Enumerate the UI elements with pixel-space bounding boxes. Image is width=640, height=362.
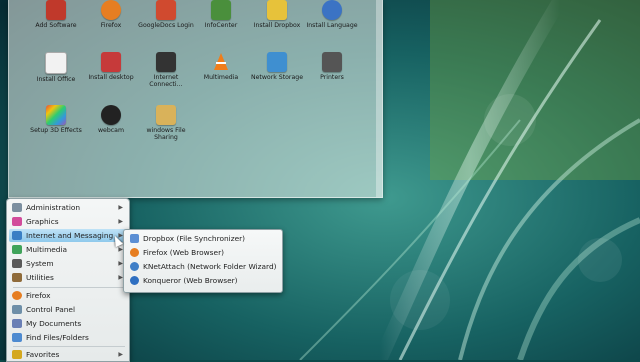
- webcam-icon: [101, 105, 121, 125]
- firefox-icon: [101, 0, 121, 20]
- menu-item-system[interactable]: System ▶: [9, 257, 127, 270]
- network-storage-icon: [267, 52, 287, 72]
- printer-icon: [322, 52, 342, 72]
- internet-icon: [12, 231, 22, 240]
- internet-messaging-submenu: Dropbox (File Synchronizer) Firefox (Web…: [123, 229, 283, 293]
- desktop-icon-windows-file-sharing[interactable]: windows File Sharing: [137, 105, 195, 159]
- desktop-icon-firefox[interactable]: Firefox: [82, 0, 140, 54]
- firefox-icon: [12, 291, 22, 300]
- documents-icon: [12, 319, 22, 328]
- menu-item-control-panel[interactable]: Control Panel: [9, 303, 127, 316]
- desktop-icon-install-desktop[interactable]: Install desktop: [82, 52, 140, 106]
- menu-item-my-documents[interactable]: My Documents: [9, 317, 127, 330]
- submenu-item-konqueror[interactable]: Konqueror (Web Browser): [127, 274, 279, 287]
- desktop-icon-install-office[interactable]: Install Office: [27, 52, 85, 106]
- menu-item-favorites[interactable]: Favorites ▶: [9, 348, 127, 361]
- desktop-icon-internet-connection[interactable]: Internet Connecti…: [137, 52, 195, 106]
- menu-item-firefox[interactable]: Firefox: [9, 289, 127, 302]
- konqueror-icon: [130, 276, 139, 285]
- knetattach-icon: [130, 262, 139, 271]
- menu-item-multimedia[interactable]: Multimedia ▶: [9, 243, 127, 256]
- control-panel-icon: [12, 305, 22, 314]
- folder-icon: [156, 105, 176, 125]
- desktop-icon-multimedia[interactable]: Multimedia: [192, 52, 250, 106]
- favorites-icon: [12, 350, 22, 359]
- utilities-icon: [12, 273, 22, 282]
- menu-item-administration[interactable]: Administration ▶: [9, 201, 127, 214]
- vlc-icon: [211, 52, 231, 72]
- google-docs-icon: [156, 0, 176, 20]
- system-icon: [12, 259, 22, 268]
- multimedia-icon: [12, 245, 22, 254]
- desktop-icon-printers[interactable]: Printers: [303, 52, 361, 106]
- internet-connection-icon: [156, 52, 176, 72]
- firefox-icon: [130, 248, 139, 257]
- package-icon: [46, 0, 66, 20]
- office-doc-icon: [45, 52, 67, 74]
- desktop-install-icon: [101, 52, 121, 72]
- submenu-item-firefox[interactable]: Firefox (Web Browser): [127, 246, 279, 259]
- language-icon: [322, 0, 342, 20]
- desktop-icon-install-dropbox[interactable]: Install Dropbox: [248, 0, 306, 54]
- info-center-icon: [211, 0, 231, 20]
- chevron-right-icon: ▶: [118, 351, 123, 358]
- panel-scrollbar[interactable]: [376, 0, 382, 197]
- main-application-menu: Administration ▶ Graphics ▶ Internet and…: [6, 198, 130, 362]
- menu-item-utilities[interactable]: Utilities ▶: [9, 271, 127, 284]
- desktop-icon-googledocs-login[interactable]: GoogleDocs Login: [137, 0, 195, 54]
- administration-icon: [12, 203, 22, 212]
- desktop-folder-panel: Add Software Firefox GoogleDocs Login In…: [8, 0, 383, 198]
- desktop-icon-network-storage[interactable]: Network Storage: [248, 52, 306, 106]
- menu-item-internet-and-messaging[interactable]: Internet and Messaging ▶: [9, 229, 127, 242]
- desktop-icon-add-software[interactable]: Add Software: [27, 0, 85, 54]
- menu-item-graphics[interactable]: Graphics ▶: [9, 215, 127, 228]
- 3d-effects-icon: [46, 105, 66, 125]
- chevron-right-icon: ▶: [118, 204, 123, 211]
- menu-separator: [13, 287, 125, 288]
- find-icon: [12, 333, 22, 342]
- dropbox-icon: [130, 234, 139, 243]
- menu-item-find-files-folders[interactable]: Find Files/Folders: [9, 331, 127, 344]
- graphics-icon: [12, 217, 22, 226]
- menu-separator: [13, 346, 125, 347]
- desktop-icon-setup-3d-effects[interactable]: Setup 3D Effects: [27, 105, 85, 159]
- desktop-icon-infocenter[interactable]: InfoCenter: [192, 0, 250, 54]
- desktop-icon-webcam[interactable]: webcam: [82, 105, 140, 159]
- submenu-item-dropbox[interactable]: Dropbox (File Synchronizer): [127, 232, 279, 245]
- desktop-icon-install-language[interactable]: Install Language: [303, 0, 361, 54]
- dropbox-icon: [267, 0, 287, 20]
- chevron-right-icon: ▶: [118, 218, 123, 225]
- submenu-item-knetattach[interactable]: KNetAttach (Network Folder Wizard): [127, 260, 279, 273]
